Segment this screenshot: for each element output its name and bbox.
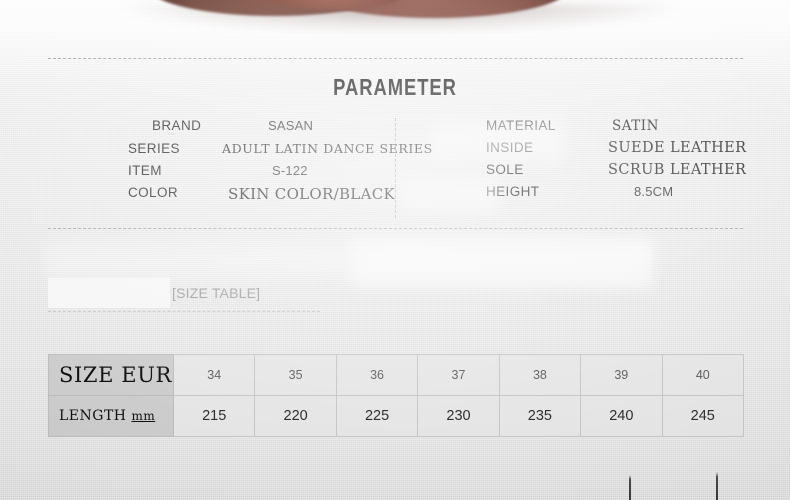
length-header-text: LENGTH [59,408,127,424]
parameter-row-sole: SOLE SCRUB LEATHER [486,162,754,184]
size-table-placeholder-label: [SIZE TABLE] [172,285,261,301]
length-cell-1: 220 [254,395,337,437]
shoe-heel-pin-right [716,472,718,500]
parameter-row-inside: INSIDE SUEDE LEATHER [486,140,754,162]
parameter-label-color: COLOR [128,185,179,200]
parameter-label-brand: BRAND [152,118,202,133]
parameter-row-brand: BRAND SASAN [128,118,396,141]
parameter-label-series: SERIES [128,141,180,156]
parameter-value-height: 8.5CM [634,184,674,199]
length-cell-2: 225 [335,395,419,437]
parameter-row-series: SERIES ADULT LATIN DANCE SERIES [128,141,432,163]
parameter-value-sole: SCRUB LEATHER [608,162,747,178]
length-cell-3: 230 [417,395,500,437]
parameter-label-sole: SOLE [486,162,524,177]
parameter-label-inside: INSIDE [486,140,534,155]
parameter-value-item: S-122 [272,163,308,178]
length-header-label: LENGTH mm [59,408,155,424]
parameter-column-left: BRAND SASAN SERIES ADULT LATIN DANCE SER… [128,118,432,207]
length-cell-0: 215 [172,395,256,437]
parameter-label-height: HEIGHT [486,184,540,199]
parameter-block: BRAND SASAN SERIES ADULT LATIN DANCE SER… [0,118,790,222]
product-detail-page: PARAMETER BRAND SASAN SERIES ADULT LATIN… [0,0,790,500]
parameter-row-item: ITEM S-122 [128,163,396,185]
parameter-value-inside: SUEDE LEATHER [608,140,747,156]
size-table-row-header-size: SIZE EUR [48,354,174,396]
parameter-value-brand: SASAN [268,118,314,133]
size-cell-6: 40 [661,354,745,396]
parameter-row-height: HEIGHT 8.5CM [486,184,754,206]
size-cell-5: 39 [580,354,663,396]
size-table-row-header-length: LENGTH mm [48,395,174,437]
size-cell-3: 37 [417,354,500,396]
light-wash-patch [45,242,655,280]
size-header-label: SIZE EUR [59,363,172,387]
page-title: PARAMETER [333,74,457,100]
size-table: SIZE EUR 34 35 36 37 38 39 40 LENGTH mm … [48,354,745,437]
parameter-row-material: MATERIAL SATIN [486,118,754,140]
length-cell-5: 240 [580,395,663,437]
divider-short [48,311,320,312]
length-cell-6: 245 [661,395,745,437]
parameter-value-material: SATIN [612,118,659,134]
parameter-row-color: COLOR SKIN COLOR/BLACK [128,185,396,207]
size-cell-0: 34 [172,354,256,396]
product-photo-crop [0,0,790,34]
divider-top [48,58,743,59]
parameter-column-right: MATERIAL SATIN INSIDE SUEDE LEATHER SOLE… [486,118,754,206]
placeholder-chip [48,278,170,308]
table-row-size: SIZE EUR 34 35 36 37 38 39 40 [48,354,745,396]
length-cell-4: 235 [498,395,582,437]
parameter-value-color: SKIN COLOR/BLACK [228,185,395,203]
shoe-heel-pin-left [629,475,631,500]
parameter-value-series: ADULT LATIN DANCE SERIES [222,141,433,156]
table-row-length: LENGTH mm 215 220 225 230 235 240 245 [48,395,745,437]
divider-middle [48,228,743,229]
size-cell-2: 36 [335,354,419,396]
length-header-unit: mm [131,409,156,423]
parameter-label-item: ITEM [128,163,162,178]
size-cell-4: 38 [498,354,582,396]
parameter-label-material: MATERIAL [486,118,556,133]
size-cell-1: 35 [254,354,337,396]
size-table-placeholder: [SIZE TABLE] [48,278,658,312]
